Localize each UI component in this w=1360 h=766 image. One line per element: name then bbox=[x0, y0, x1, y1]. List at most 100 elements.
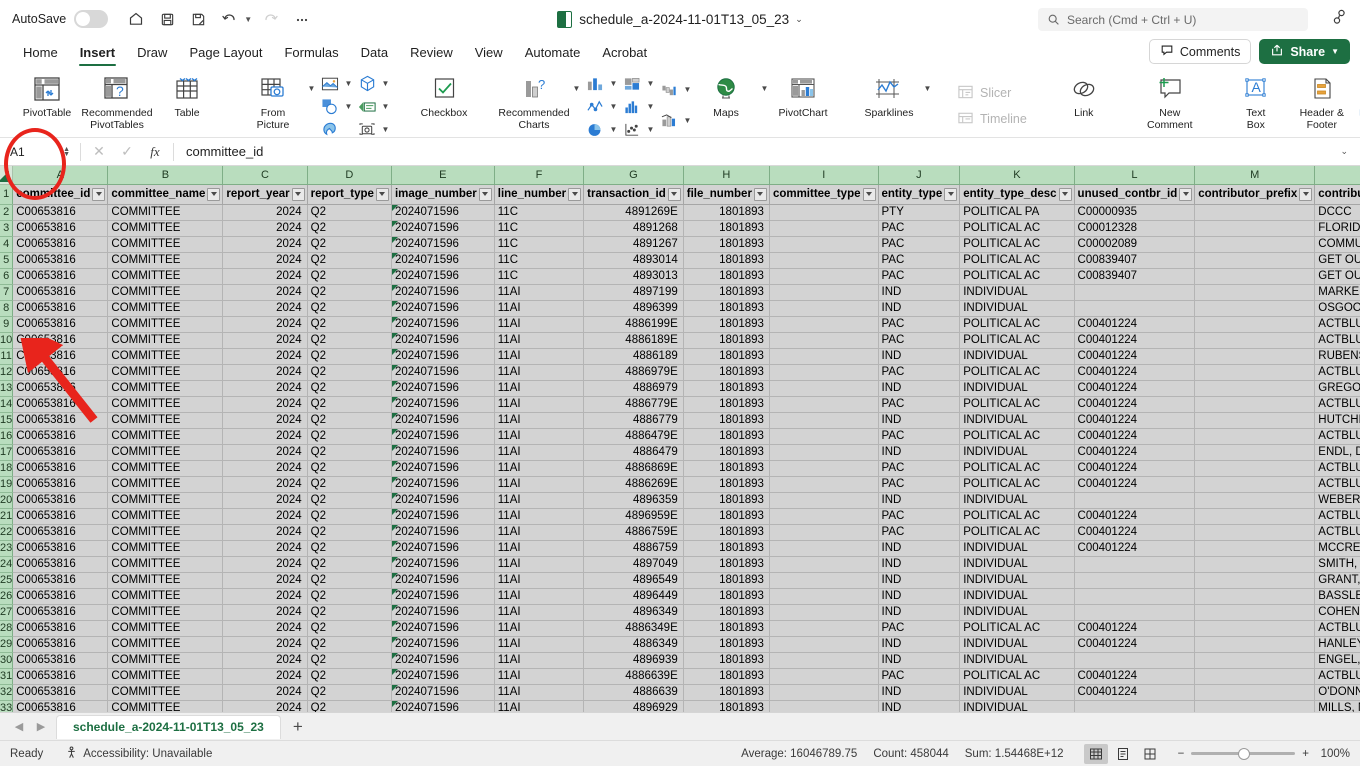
grid-cell[interactable]: 11AI bbox=[494, 684, 585, 701]
row-header-30[interactable]: 30 bbox=[0, 652, 14, 669]
grid-cell[interactable]: Q2 bbox=[307, 684, 392, 701]
grid-cell[interactable]: Q2 bbox=[307, 300, 392, 317]
grid-cell[interactable]: C00653816 bbox=[12, 508, 109, 525]
grid-cell[interactable]: WEBER, DAN bbox=[1314, 492, 1360, 509]
grid-cell[interactable]: INDIVIDUAL bbox=[959, 348, 1075, 365]
accessibility-status[interactable]: Accessibility: Unavailable bbox=[65, 746, 212, 762]
grid-cell[interactable]: Q2 bbox=[307, 220, 392, 237]
grid-cell[interactable]: POLITICAL PA bbox=[959, 204, 1075, 221]
grid-cell[interactable]: 11AI bbox=[494, 620, 585, 637]
tab-acrobat[interactable]: Acrobat bbox=[591, 45, 658, 66]
grid-cell[interactable]: ACTBLUE bbox=[1314, 460, 1360, 477]
grid-cell[interactable]: COMMITTEE bbox=[107, 348, 224, 365]
filter-dropdown-icon[interactable] bbox=[1299, 187, 1313, 201]
pivottable-button[interactable]: PivotTable bbox=[14, 68, 80, 119]
grid-cell[interactable]: 2024071596 bbox=[391, 396, 495, 413]
grid-cell[interactable]: ACTBLUE bbox=[1314, 476, 1360, 493]
grid-cell[interactable]: C00401224 bbox=[1074, 668, 1196, 685]
filter-dropdown-icon[interactable] bbox=[1058, 187, 1072, 201]
grid-cell[interactable]: COMMITTEE bbox=[107, 508, 224, 525]
grid-cell[interactable]: PAC bbox=[878, 396, 961, 413]
grid-cell[interactable]: COMMITTEE bbox=[107, 252, 224, 269]
table-row[interactable]: 10 C00653816 COMMITTEE 2024 Q2 2024071596 11AI… bbox=[0, 332, 1360, 349]
grid-cell[interactable]: 4886639 bbox=[583, 684, 684, 701]
grid-cell[interactable]: C00401224 bbox=[1074, 412, 1196, 429]
grid-cell[interactable]: 1801893 bbox=[683, 316, 770, 333]
header-cell[interactable]: committee_name bbox=[107, 184, 224, 205]
grid-cell[interactable]: COMMITTEE bbox=[107, 380, 224, 397]
grid-cell[interactable]: Q2 bbox=[307, 428, 392, 445]
grid-cell[interactable] bbox=[1194, 476, 1316, 493]
grid-cell[interactable]: 11AI bbox=[494, 492, 585, 509]
grid-cell[interactable]: ACTBLUE bbox=[1314, 396, 1360, 413]
grid-cell[interactable]: 2024 bbox=[222, 652, 308, 669]
grid-cell[interactable]: PAC bbox=[878, 476, 961, 493]
row-header-28[interactable]: 28 bbox=[0, 620, 14, 637]
grid-cell[interactable]: 2024 bbox=[222, 604, 308, 621]
from-picture-button[interactable]: From Picture bbox=[240, 68, 306, 131]
grid-cell[interactable]: 2024071596 bbox=[391, 604, 495, 621]
maps-dropdown-caret[interactable]: ▼ bbox=[759, 84, 770, 93]
grid-cell[interactable]: 11C bbox=[494, 220, 585, 237]
column-header-j[interactable]: J bbox=[878, 166, 961, 185]
grid-cell[interactable] bbox=[1074, 604, 1196, 621]
grid-cell[interactable]: PAC bbox=[878, 236, 961, 253]
grid-cell[interactable]: Q2 bbox=[307, 492, 392, 509]
grid-cell[interactable] bbox=[1074, 700, 1196, 712]
row-header-4[interactable]: 4 bbox=[0, 236, 14, 253]
row-header-15[interactable]: 15 bbox=[0, 412, 14, 429]
sheet-tab[interactable]: schedule_a-2024-11-01T13_05_23 bbox=[56, 714, 281, 739]
grid-cell[interactable]: 4897199 bbox=[583, 284, 684, 301]
filter-dropdown-icon[interactable] bbox=[667, 187, 681, 201]
tab-insert[interactable]: Insert bbox=[69, 45, 126, 66]
grid-cell[interactable] bbox=[1194, 316, 1316, 333]
grid-cell[interactable]: C00839407 bbox=[1074, 268, 1196, 285]
header-cell[interactable]: line_number bbox=[494, 184, 585, 205]
grid-cell[interactable]: 4886979E bbox=[583, 364, 684, 381]
grid-cell[interactable]: 2024 bbox=[222, 396, 308, 413]
grid-cell[interactable]: 11AI bbox=[494, 396, 585, 413]
grid-cell[interactable] bbox=[769, 444, 879, 461]
grid-cell[interactable]: DCCC bbox=[1314, 204, 1360, 221]
column-header-h[interactable]: H bbox=[683, 166, 770, 185]
grid-cell[interactable]: C00401224 bbox=[1074, 460, 1196, 477]
grid-cell[interactable]: INDIVIDUAL bbox=[959, 700, 1075, 712]
grid-cell[interactable]: Q2 bbox=[307, 604, 392, 621]
header-cell[interactable]: file_number bbox=[683, 184, 770, 205]
normal-view-icon[interactable] bbox=[1083, 743, 1108, 764]
grid-cell[interactable]: POLITICAL AC bbox=[959, 460, 1075, 477]
grid-cell[interactable]: SMITH, SARA bbox=[1314, 556, 1360, 573]
grid-cell[interactable]: 4886199E bbox=[583, 316, 684, 333]
grid-cell[interactable] bbox=[1194, 364, 1316, 381]
grid-cell[interactable]: C00653816 bbox=[12, 300, 109, 317]
grid-cell[interactable]: 1801893 bbox=[683, 332, 770, 349]
sparklines-button[interactable]: Sparklines bbox=[856, 68, 922, 119]
grid-cell[interactable]: COMMITTEE bbox=[107, 476, 224, 493]
grid-cell[interactable]: 4886979 bbox=[583, 380, 684, 397]
table-row[interactable]: 23 C00653816 COMMITTEE 2024 Q2 2024071596 11AI… bbox=[0, 540, 1360, 557]
grid-cell[interactable]: Q2 bbox=[307, 412, 392, 429]
column-header-i[interactable]: I bbox=[769, 166, 879, 185]
grid-cell[interactable]: 2024 bbox=[222, 268, 308, 285]
grid-cell[interactable]: COMMITTEE bbox=[107, 524, 224, 541]
header-cell[interactable]: contributor_name bbox=[1314, 184, 1360, 205]
filter-dropdown-icon[interactable] bbox=[207, 187, 221, 201]
add-sheet-button[interactable]: + bbox=[281, 717, 315, 737]
grid-cell[interactable]: 2024071596 bbox=[391, 444, 495, 461]
grid-cell[interactable]: C00653816 bbox=[12, 348, 109, 365]
grid-cell[interactable]: COMMITTEE bbox=[107, 284, 224, 301]
table-row[interactable]: 20 C00653816 COMMITTEE 2024 Q2 2024071596 11AI… bbox=[0, 492, 1360, 509]
grid-cell[interactable]: C00000935 bbox=[1074, 204, 1196, 221]
tab-formulas[interactable]: Formulas bbox=[273, 45, 349, 66]
grid-cell[interactable]: 1801893 bbox=[683, 700, 770, 712]
grid-cell[interactable]: C00653816 bbox=[12, 444, 109, 461]
cancel-entry-icon[interactable]: ✕ bbox=[85, 143, 113, 160]
grid-cell[interactable] bbox=[1194, 460, 1316, 477]
row-header-3[interactable]: 3 bbox=[0, 220, 14, 237]
grid-cell[interactable]: C00653816 bbox=[12, 668, 109, 685]
grid-cell[interactable]: PAC bbox=[878, 620, 961, 637]
grid-cell[interactable]: 2024071596 bbox=[391, 332, 495, 349]
grid-cell[interactable]: COMMITTEE bbox=[107, 268, 224, 285]
tab-view[interactable]: View bbox=[464, 45, 514, 66]
grid-cell[interactable]: C00653816 bbox=[12, 524, 109, 541]
